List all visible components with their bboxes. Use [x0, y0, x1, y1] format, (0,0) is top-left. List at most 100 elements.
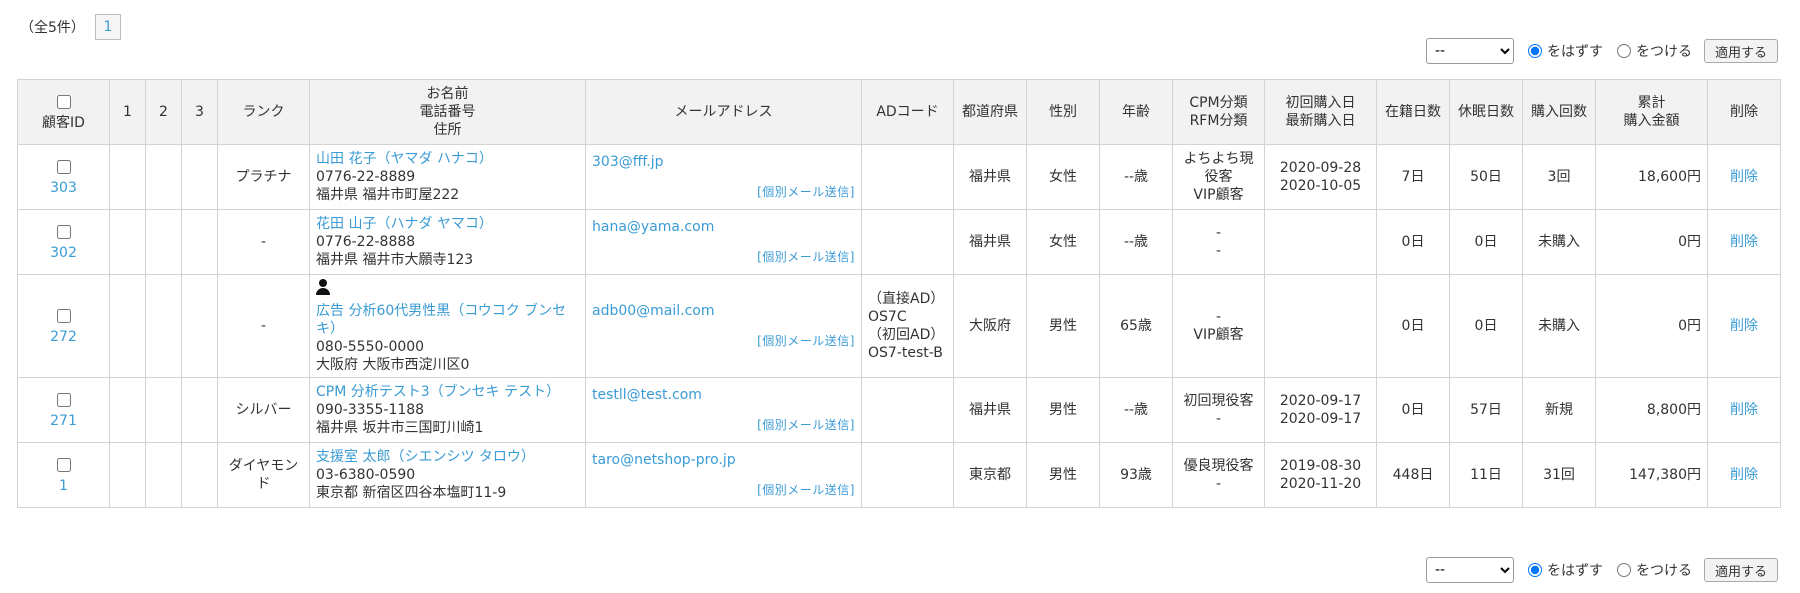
customer-id-link[interactable]: 1 — [59, 478, 68, 494]
email-link[interactable]: hana@yama.com — [592, 219, 714, 235]
delete-cell: 削除 — [1707, 377, 1781, 443]
bulk-action-select-bottom[interactable]: -- — [1425, 557, 1514, 583]
apply-button[interactable]: 適用する — [1703, 39, 1778, 63]
delete-link[interactable]: 削除 — [1730, 402, 1758, 418]
customer-id-cell: 1 — [17, 442, 110, 508]
send-mail-link[interactable]: [個別メール送信] — [592, 332, 855, 350]
customer-id-link[interactable]: 271 — [50, 413, 77, 429]
select-all-checkbox[interactable] — [56, 94, 71, 109]
radio-add-input-bottom[interactable] — [1616, 563, 1631, 577]
ad-direct-label: （直接AD） — [868, 291, 945, 307]
row-checkbox[interactable] — [56, 308, 71, 323]
radio-add-label-bottom: をつける — [1635, 563, 1692, 579]
name-cell: 山田 花子（ヤマダ ハナコ） 0776-22-8889 福井県 福井市町屋222 — [309, 144, 586, 210]
customer-id-cell: 303 — [17, 144, 110, 210]
age-cell: --歳 — [1099, 209, 1173, 275]
radio-remove[interactable]: をはずす — [1527, 41, 1603, 61]
age-cell: --歳 — [1099, 377, 1173, 443]
apply-button-bottom[interactable]: 適用する — [1703, 558, 1778, 582]
cpm-line-1: - — [1215, 225, 1222, 241]
email-cell: testll@test.com [個別メール送信] — [585, 377, 862, 443]
cpm-line-2: 役客 — [1204, 169, 1233, 185]
send-mail-link[interactable]: [個別メール送信] — [592, 183, 855, 201]
prefecture-cell: 福井県 — [953, 144, 1027, 210]
radio-remove-input-bottom[interactable] — [1527, 563, 1542, 577]
email-cell: 303@fff.jp [個別メール送信] — [585, 144, 862, 210]
address-text: 東京都 新宿区四谷本塩町11-9 — [316, 485, 507, 501]
page-link-1[interactable]: 1 — [94, 14, 121, 40]
age-cell: 93歳 — [1099, 442, 1173, 508]
send-mail-link[interactable]: [個別メール送信] — [592, 248, 855, 266]
phone-text: 090-3355-1188 — [316, 402, 425, 418]
header-total-line1: 累計 — [1637, 95, 1666, 111]
customer-id-link[interactable]: 302 — [50, 245, 77, 261]
row-checkbox[interactable] — [56, 159, 71, 174]
radio-add-input[interactable] — [1616, 44, 1631, 58]
email-link[interactable]: adb00@mail.com — [592, 303, 715, 319]
radio-add-label: をつける — [1635, 44, 1692, 60]
radio-remove-input[interactable] — [1527, 44, 1542, 58]
customer-name-link[interactable]: 広告 分析60代男性黒（コウコク ブンセキ） — [316, 303, 566, 337]
delete-link[interactable]: 削除 — [1730, 318, 1758, 334]
flag-cell-2 — [145, 442, 182, 508]
ad-code-cell — [861, 442, 954, 508]
send-mail-link[interactable]: [個別メール送信] — [592, 481, 855, 499]
customer-name-link[interactable]: 山田 花子（ヤマダ ハナコ） — [316, 151, 493, 167]
delete-cell: 削除 — [1707, 209, 1781, 275]
phone-text: 0776-22-8889 — [316, 169, 416, 185]
radio-add-bottom[interactable]: をつける — [1616, 560, 1692, 580]
rank-cell: - — [217, 274, 310, 378]
last-purchase-date: 2020-09-17 — [1279, 411, 1362, 427]
row-checkbox[interactable] — [56, 224, 71, 239]
name-cell: 広告 分析60代男性黒（コウコク ブンセキ） 080-5550-0000 大阪府… — [309, 274, 586, 378]
email-link[interactable]: taro@netshop-pro.jp — [592, 452, 736, 468]
enrolled-days-cell: 0日 — [1376, 274, 1450, 378]
header-name-line2: 電話番号 — [419, 104, 476, 120]
customer-id-link[interactable]: 303 — [50, 180, 77, 196]
user-icon — [316, 278, 330, 295]
purchase-dates-cell: 2020-09-17 2020-09-17 — [1264, 377, 1377, 443]
rank-cell: シルバー — [217, 377, 310, 443]
email-link[interactable]: 303@fff.jp — [592, 154, 664, 170]
purchase-dates-cell — [1264, 209, 1377, 275]
prefecture-cell: 福井県 — [953, 377, 1027, 443]
radio-remove-bottom[interactable]: をはずす — [1527, 560, 1603, 580]
header-cpm-line1: CPM分類 — [1189, 95, 1248, 111]
delete-link[interactable]: 削除 — [1730, 467, 1758, 483]
ad-code-cell — [861, 209, 954, 275]
radio-add[interactable]: をつける — [1616, 41, 1692, 61]
age-cell: --歳 — [1099, 144, 1173, 210]
delete-link[interactable]: 削除 — [1730, 169, 1758, 185]
table-row: 271 シルバー CPM 分析テスト3（ブンセキ テスト） 090-3355-1… — [17, 377, 1781, 443]
bulk-action-bar-top: -- をはずす をつける 適用する — [1425, 38, 1778, 64]
name-cell: CPM 分析テスト3（ブンセキ テスト） 090-3355-1188 福井県 坂… — [309, 377, 586, 443]
header-ad-code: ADコード — [861, 79, 954, 145]
cpm-cell: - VIP顧客 — [1172, 274, 1265, 378]
customer-name-link[interactable]: 花田 山子（ハナダ ヤマコ） — [316, 216, 493, 232]
row-checkbox[interactable] — [56, 392, 71, 407]
enrolled-days-cell: 448日 — [1376, 442, 1450, 508]
header-id-label: 顧客ID — [42, 114, 85, 131]
header-name-line3: 住所 — [433, 122, 462, 138]
customer-name-link[interactable]: 支援室 太郎（シエンシツ タロウ） — [316, 449, 535, 465]
cpm-cell: - - — [1172, 209, 1265, 275]
customer-name-link[interactable]: CPM 分析テスト3（ブンセキ テスト） — [316, 384, 560, 400]
prefecture-cell: 東京都 — [953, 442, 1027, 508]
customer-id-cell: 302 — [17, 209, 110, 275]
table-row: 272 - 広告 分析60代男性黒（コウコク ブンセキ） 080-5550-00… — [17, 274, 1781, 378]
row-checkbox[interactable] — [56, 457, 71, 472]
flag-cell-1 — [109, 209, 146, 275]
header-delete: 削除 — [1707, 79, 1781, 145]
email-link[interactable]: testll@test.com — [592, 387, 702, 403]
delete-link[interactable]: 削除 — [1730, 234, 1758, 250]
cpm-cell: 初回現役客 - — [1172, 377, 1265, 443]
header-name: お名前 電話番号 住所 — [309, 79, 586, 145]
delete-cell: 削除 — [1707, 144, 1781, 210]
send-mail-link[interactable]: [個別メール送信] — [592, 416, 855, 434]
bulk-action-select[interactable]: -- — [1425, 38, 1514, 64]
cpm-line-1: よちよち現 — [1183, 151, 1254, 167]
customer-id-link[interactable]: 272 — [50, 329, 77, 345]
header-cpm: CPM分類 RFM分類 — [1172, 79, 1265, 145]
header-enrolled-days: 在籍日数 — [1376, 79, 1450, 145]
pager-row: （全5件） 1 — [20, 12, 121, 42]
